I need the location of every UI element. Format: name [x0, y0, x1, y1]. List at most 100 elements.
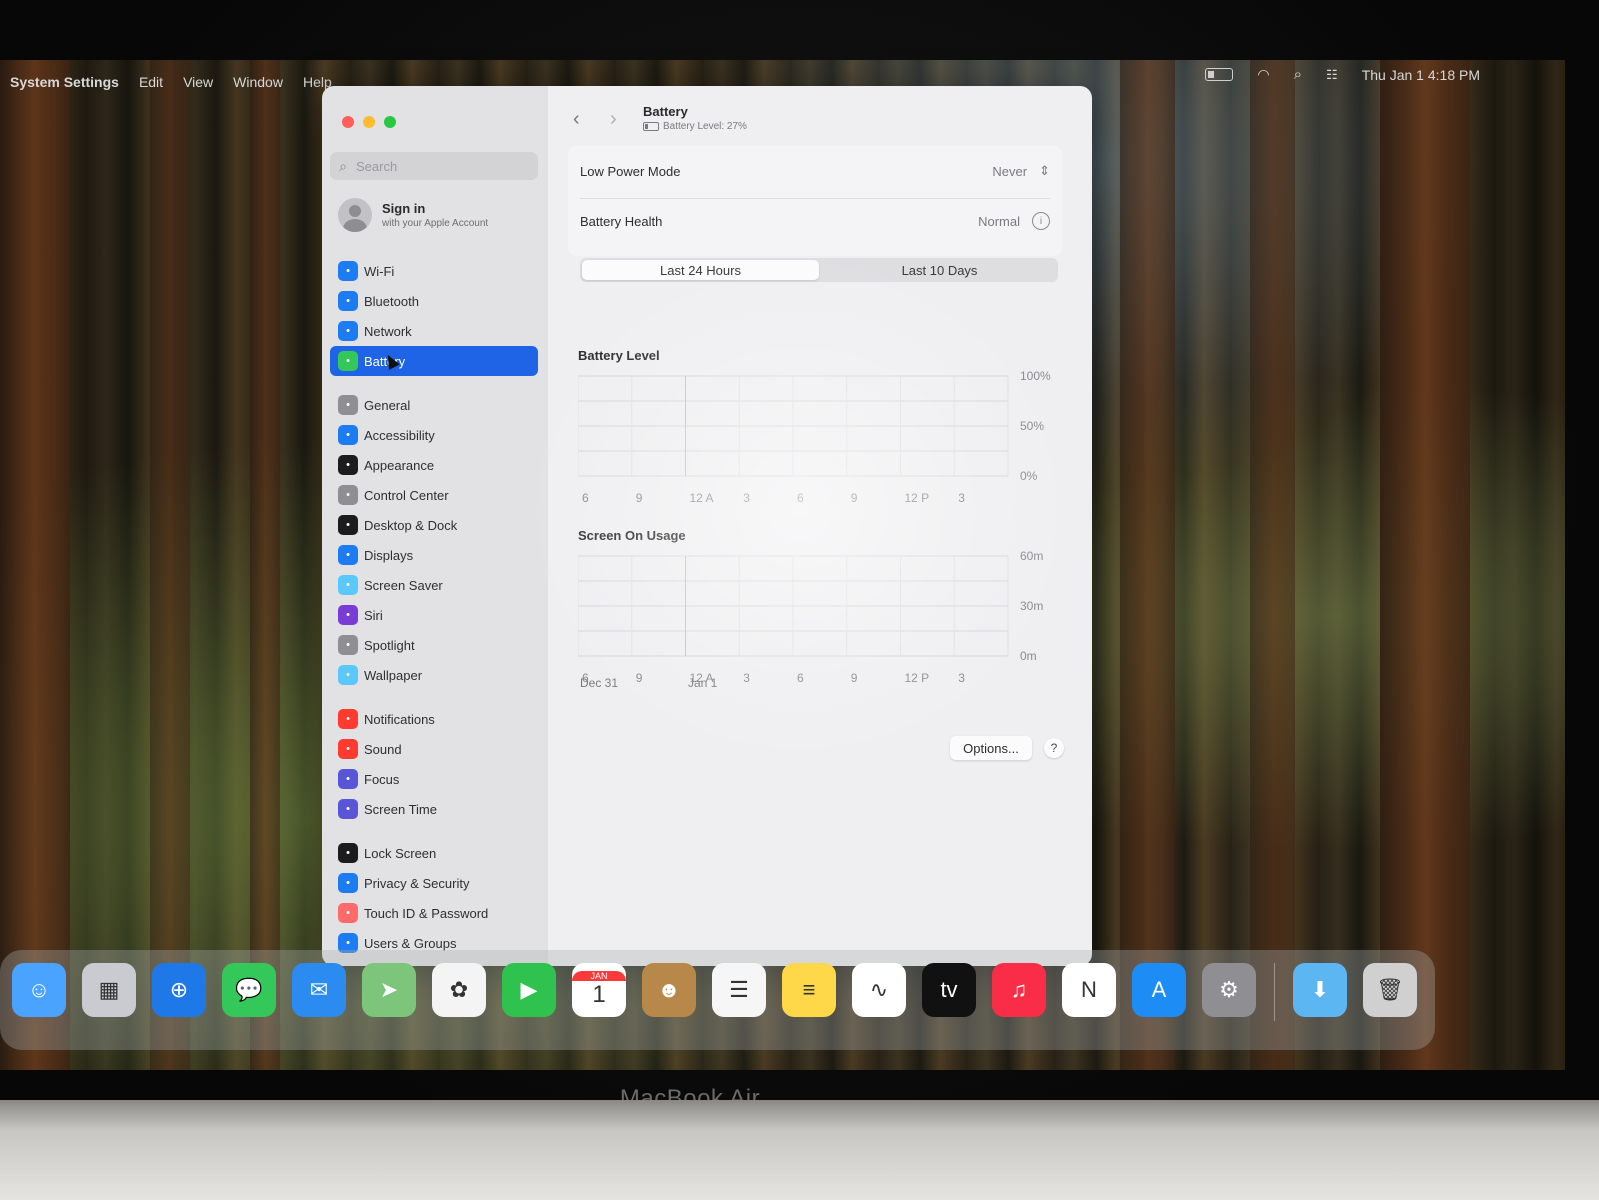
- wallpaper-icon: •: [338, 665, 358, 685]
- sidebar-item-sound[interactable]: • Sound: [330, 734, 538, 764]
- sidebar-item-wi-fi[interactable]: • Wi-Fi: [330, 256, 538, 286]
- sidebar-item-battery[interactable]: • Battery: [330, 346, 538, 376]
- battery-icon[interactable]: [1205, 68, 1234, 81]
- launchpad-icon[interactable]: ▦: [82, 963, 136, 1017]
- date-label-dec31: Dec 31: [580, 676, 619, 690]
- sidebar-item-wallpaper[interactable]: • Wallpaper: [330, 660, 538, 690]
- downloads-folder-icon[interactable]: ⬇: [1293, 963, 1347, 1017]
- menu-clock[interactable]: Thu Jan 1 4:18 PM: [1362, 67, 1480, 83]
- sidebar-item-siri[interactable]: • Siri: [330, 600, 538, 630]
- sidebar-item-label: Bluetooth: [364, 293, 419, 309]
- zoom-button[interactable]: [384, 116, 396, 128]
- freeform-icon[interactable]: ∿: [852, 963, 906, 1017]
- sidebar-item-label: Wi-Fi: [364, 263, 395, 279]
- sidebar-item-label: Control Center: [364, 487, 449, 503]
- sidebar-item-lock-screen[interactable]: • Lock Screen: [330, 838, 538, 868]
- calendar-icon[interactable]: JAN 1: [572, 963, 626, 1017]
- sidebar-item-notifications[interactable]: • Notifications: [330, 704, 538, 734]
- info-icon[interactable]: i: [1032, 212, 1050, 230]
- contacts-icon[interactable]: ☻: [642, 963, 696, 1017]
- menu-window[interactable]: Window: [233, 74, 283, 90]
- menu-view[interactable]: View: [183, 74, 213, 90]
- screen-usage-chart: 60m30m0m6 9 12 A 3 6 9 12 P3: [578, 549, 1043, 685]
- pane-subtitle: Battery Level: 27%: [643, 121, 747, 132]
- date-label-jan1: Jan 1: [688, 676, 718, 690]
- menu-app-name[interactable]: System Settings: [10, 74, 119, 90]
- photos-icon[interactable]: ✿: [432, 963, 486, 1017]
- forward-button[interactable]: ›: [610, 108, 617, 131]
- reminders-icon[interactable]: ☰: [712, 963, 766, 1017]
- dock-icon: •: [338, 515, 358, 535]
- sidebar-item-label: Screen Saver: [364, 577, 443, 593]
- x-tick-label: 12 A: [690, 491, 714, 505]
- sidebar-item-network[interactable]: • Network: [330, 316, 538, 346]
- sidebar-item-general[interactable]: • General: [330, 390, 538, 420]
- minimize-button[interactable]: [363, 116, 375, 128]
- sidebar-item-label: Desktop & Dock: [364, 517, 458, 533]
- sidebar-item-touch-id-password[interactable]: • Touch ID & Password: [330, 898, 538, 928]
- sidebar-item-spotlight[interactable]: • Spotlight: [330, 630, 538, 660]
- wifi-icon[interactable]: ◠: [1257, 66, 1269, 83]
- back-button[interactable]: ‹: [573, 108, 580, 131]
- sidebar-item-desktop-dock[interactable]: • Desktop & Dock: [330, 510, 538, 540]
- window-controls: [342, 116, 396, 128]
- apple-tv-icon[interactable]: tv: [922, 963, 976, 1017]
- sidebar-item-bluetooth[interactable]: • Bluetooth: [330, 286, 538, 316]
- signin-subtitle: with your Apple Account: [382, 218, 489, 229]
- search-icon[interactable]: ⌕: [1294, 66, 1302, 83]
- accessibility-icon: •: [338, 425, 358, 445]
- music-icon[interactable]: ♫: [992, 963, 1046, 1017]
- trash-icon[interactable]: 🗑: [1363, 963, 1417, 1017]
- sidebar-item-label: Lock Screen: [364, 845, 437, 861]
- close-button[interactable]: [342, 116, 354, 128]
- search-field[interactable]: ⌕ Search: [330, 152, 538, 180]
- control-center-icon: •: [338, 485, 358, 505]
- sidebar-item-appearance[interactable]: • Appearance: [330, 450, 538, 480]
- y-tick-label: 60m: [1020, 549, 1043, 563]
- sidebar-item-displays[interactable]: • Displays: [330, 540, 538, 570]
- sidebar-item-accessibility[interactable]: • Accessibility: [330, 420, 538, 450]
- messages-icon[interactable]: 💬: [222, 963, 276, 1017]
- spotlight-icon: •: [338, 635, 358, 655]
- signin-title: Sign in: [382, 201, 426, 216]
- maps-icon[interactable]: ➤: [362, 963, 416, 1017]
- sidebar-item-label: Spotlight: [364, 637, 415, 653]
- lock-icon: •: [338, 843, 358, 863]
- control-center-icon[interactable]: ☷: [1326, 67, 1338, 83]
- apple-account-signin[interactable]: Sign in with your Apple Account: [338, 198, 488, 232]
- appearance-icon: •: [338, 455, 358, 475]
- battery-health-value: Normal: [978, 213, 1020, 229]
- globe-icon: •: [338, 321, 358, 341]
- menu-edit[interactable]: Edit: [139, 74, 163, 90]
- app-store-icon[interactable]: A: [1132, 963, 1186, 1017]
- sidebar-item-screen-saver[interactable]: • Screen Saver: [330, 570, 538, 600]
- sidebar-item-focus[interactable]: • Focus: [330, 764, 538, 794]
- mail-icon[interactable]: ✉: [292, 963, 346, 1017]
- low-power-popup[interactable]: Never ⇕: [992, 163, 1050, 179]
- tab-last-24-hours[interactable]: Last 24 Hours: [582, 260, 819, 280]
- dock-items: ☺ ▦ ⊕ 💬 ✉ ➤ ✿ ▶ JAN 1 ☻ ☰ ≡ ∿ tv ♫ N A ⚙ ⬇ 🗑: [12, 963, 1417, 1021]
- help-button[interactable]: ?: [1044, 738, 1064, 758]
- x-tick-label: 3: [743, 671, 750, 685]
- sidebar-item-control-center[interactable]: • Control Center: [330, 480, 538, 510]
- sidebar-item-screen-time[interactable]: • Screen Time: [330, 794, 538, 824]
- news-icon[interactable]: N: [1062, 963, 1116, 1017]
- y-tick-label: 100%: [1020, 369, 1051, 383]
- battery-pane: ‹ › Battery Battery Level: 27% Low Power…: [548, 86, 1092, 966]
- sidebar-item-privacy-security[interactable]: • Privacy & Security: [330, 868, 538, 898]
- facetime-icon[interactable]: ▶: [502, 963, 556, 1017]
- notes-icon[interactable]: ≡: [782, 963, 836, 1017]
- hourglass-icon: •: [338, 799, 358, 819]
- battery-health-row: Battery Health Normal i: [580, 208, 1050, 234]
- battery-level-icon: [643, 122, 659, 131]
- battery-level-text: Battery Level: 27%: [663, 121, 747, 132]
- settings-card: Low Power Mode Never ⇕ Battery Health Nor…: [568, 146, 1062, 256]
- safari-icon[interactable]: ⊕: [152, 963, 206, 1017]
- system-settings-icon[interactable]: ⚙: [1202, 963, 1256, 1017]
- finder-icon[interactable]: ☺: [12, 963, 66, 1017]
- search-icon: ⌕: [339, 157, 347, 174]
- tab-last-10-days[interactable]: Last 10 Days: [821, 258, 1058, 282]
- x-tick-label: 12 P: [905, 491, 930, 505]
- siri-icon: •: [338, 605, 358, 625]
- options-button[interactable]: Options...: [950, 736, 1032, 760]
